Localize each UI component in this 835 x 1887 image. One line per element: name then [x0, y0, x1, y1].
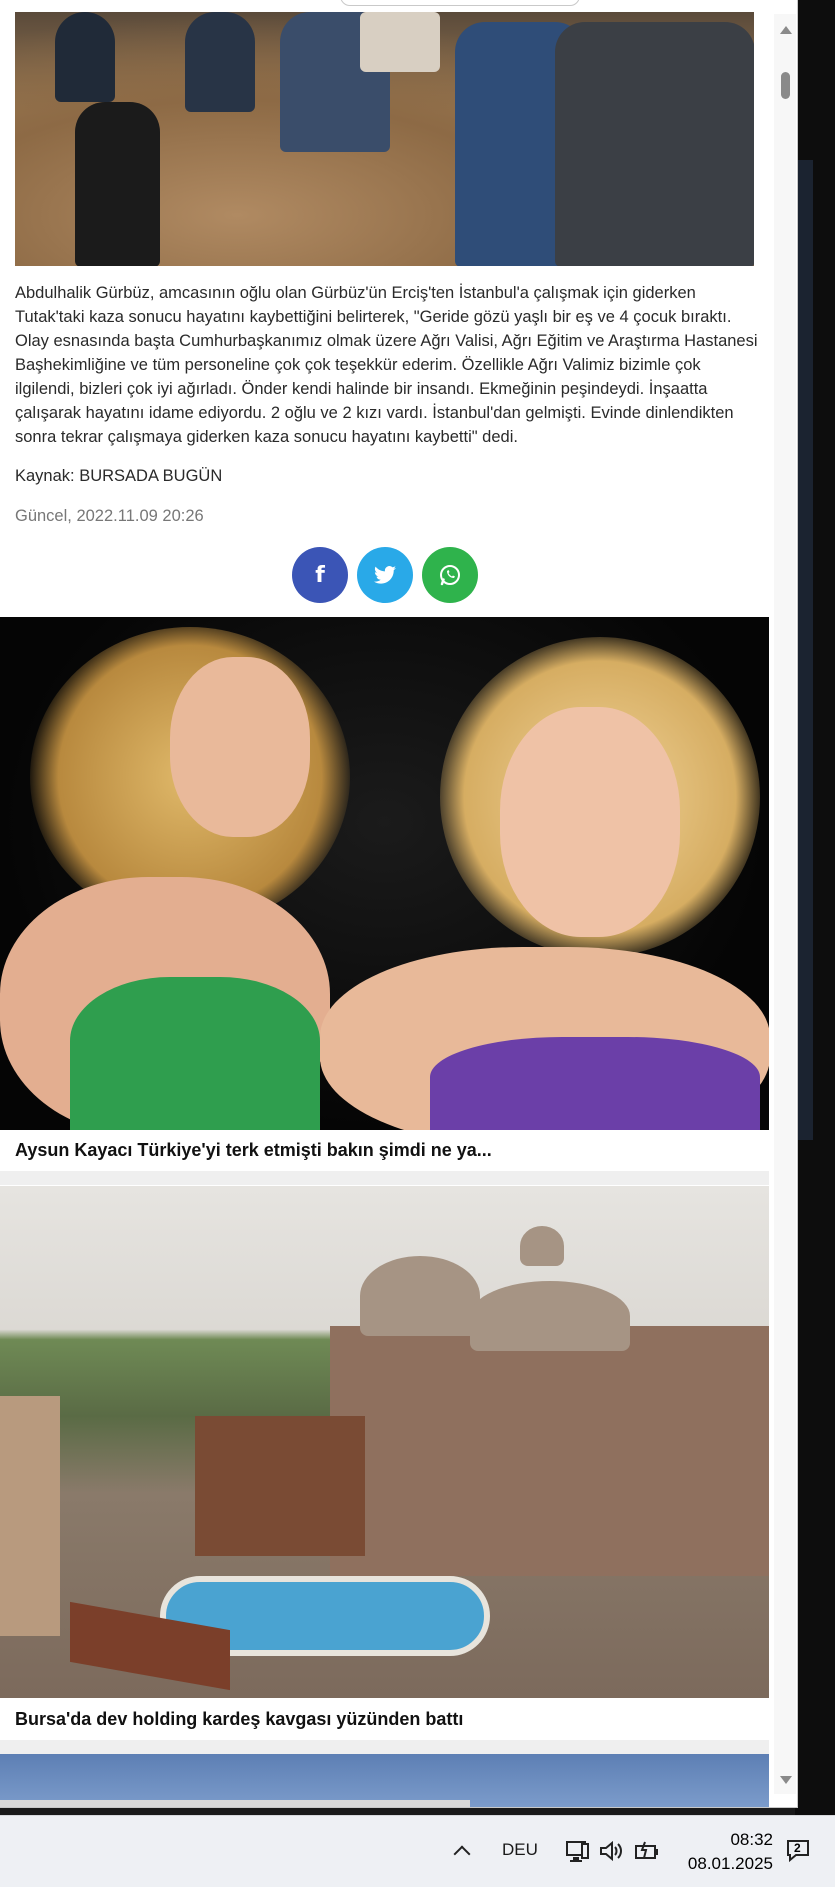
twitter-bird-icon [374, 566, 396, 584]
whatsapp-icon [440, 565, 460, 586]
taskbar-clock-date[interactable]: 08.01.2025 [688, 1854, 773, 1874]
facebook-icon: f [315, 562, 325, 588]
notification-count-badge: 2 [794, 1841, 801, 1855]
whatsapp-share-button[interactable] [422, 547, 478, 603]
scroll-thumb[interactable] [781, 72, 790, 99]
article-updated-timestamp: Güncel, 2022.11.09 20:26 [15, 507, 204, 525]
related-article-image[interactable] [0, 617, 769, 1130]
related-article-title[interactable]: Bursa'da dev holding kardeş kavgası yüzü… [15, 1709, 463, 1730]
article-source: Kaynak: BURSADA BUGÜN [15, 467, 223, 485]
facebook-share-button[interactable]: f [292, 547, 348, 603]
battery-charging-icon[interactable] [634, 1838, 660, 1864]
vertical-scrollbar[interactable] [774, 14, 796, 1794]
volume-icon[interactable] [598, 1838, 624, 1864]
address-bar-edge[interactable] [340, 0, 580, 6]
scroll-up-arrow-icon[interactable] [780, 26, 792, 34]
page-content: Abdulhalik Gürbüz, amcasının oğlu olan G… [0, 0, 776, 1807]
browser-window: Abdulhalik Gürbüz, amcasının oğlu olan G… [0, 0, 798, 1808]
show-hidden-icons-chevron-icon[interactable] [453, 1845, 471, 1863]
related-article-image[interactable] [0, 1186, 769, 1698]
article-body-text: Abdulhalik Gürbüz, amcasının oğlu olan G… [15, 284, 758, 446]
network-icon[interactable] [564, 1838, 590, 1864]
card-divider [0, 1740, 769, 1754]
article-photo [15, 12, 754, 266]
card-divider [0, 1171, 769, 1185]
taskbar: DEU 08:32 08.01.2025 2 [0, 1815, 835, 1887]
related-article-title[interactable]: Aysun Kayacı Türkiye'yi terk etmişti bak… [15, 1140, 492, 1161]
twitter-share-button[interactable] [357, 547, 413, 603]
input-language-indicator[interactable]: DEU [502, 1840, 538, 1860]
horizontal-scrollbar[interactable] [0, 1800, 470, 1807]
notification-center-button[interactable]: 2 [784, 1836, 812, 1864]
scroll-down-arrow-icon[interactable] [780, 1776, 792, 1784]
taskbar-clock-time[interactable]: 08:32 [730, 1830, 773, 1850]
